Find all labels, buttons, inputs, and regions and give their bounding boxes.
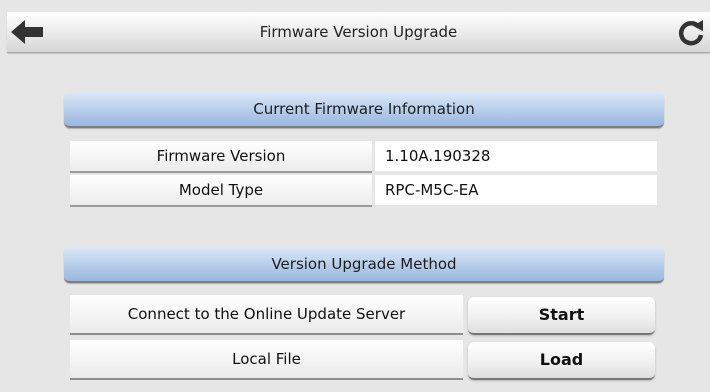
online-update-label: Connect to the Online Update Server [70, 295, 463, 335]
local-file-label: Local File [70, 340, 463, 380]
reload-button[interactable] [674, 16, 708, 48]
model-type-row: Model Type RPC-M5C-EA [70, 175, 657, 207]
page-title: Firmware Version Upgrade [259, 23, 458, 41]
firmware-version-value: 1.10A.190328 [375, 141, 657, 171]
model-type-label: Model Type [70, 175, 372, 207]
model-type-value: RPC-M5C-EA [375, 175, 657, 205]
load-button[interactable]: Load [468, 342, 655, 380]
refresh-icon [678, 20, 704, 46]
firmware-version-row: Firmware Version 1.10A.190328 [70, 141, 657, 173]
local-file-row: Local File Load [70, 340, 655, 380]
firmware-version-label: Firmware Version [70, 141, 372, 173]
online-update-row: Connect to the Online Update Server Star… [70, 295, 655, 335]
current-firmware-heading: Current Firmware Information [64, 92, 664, 128]
upgrade-method-heading: Version Upgrade Method [64, 247, 664, 283]
start-button[interactable]: Start [468, 297, 655, 335]
title-bar: Firmware Version Upgrade [7, 12, 710, 53]
